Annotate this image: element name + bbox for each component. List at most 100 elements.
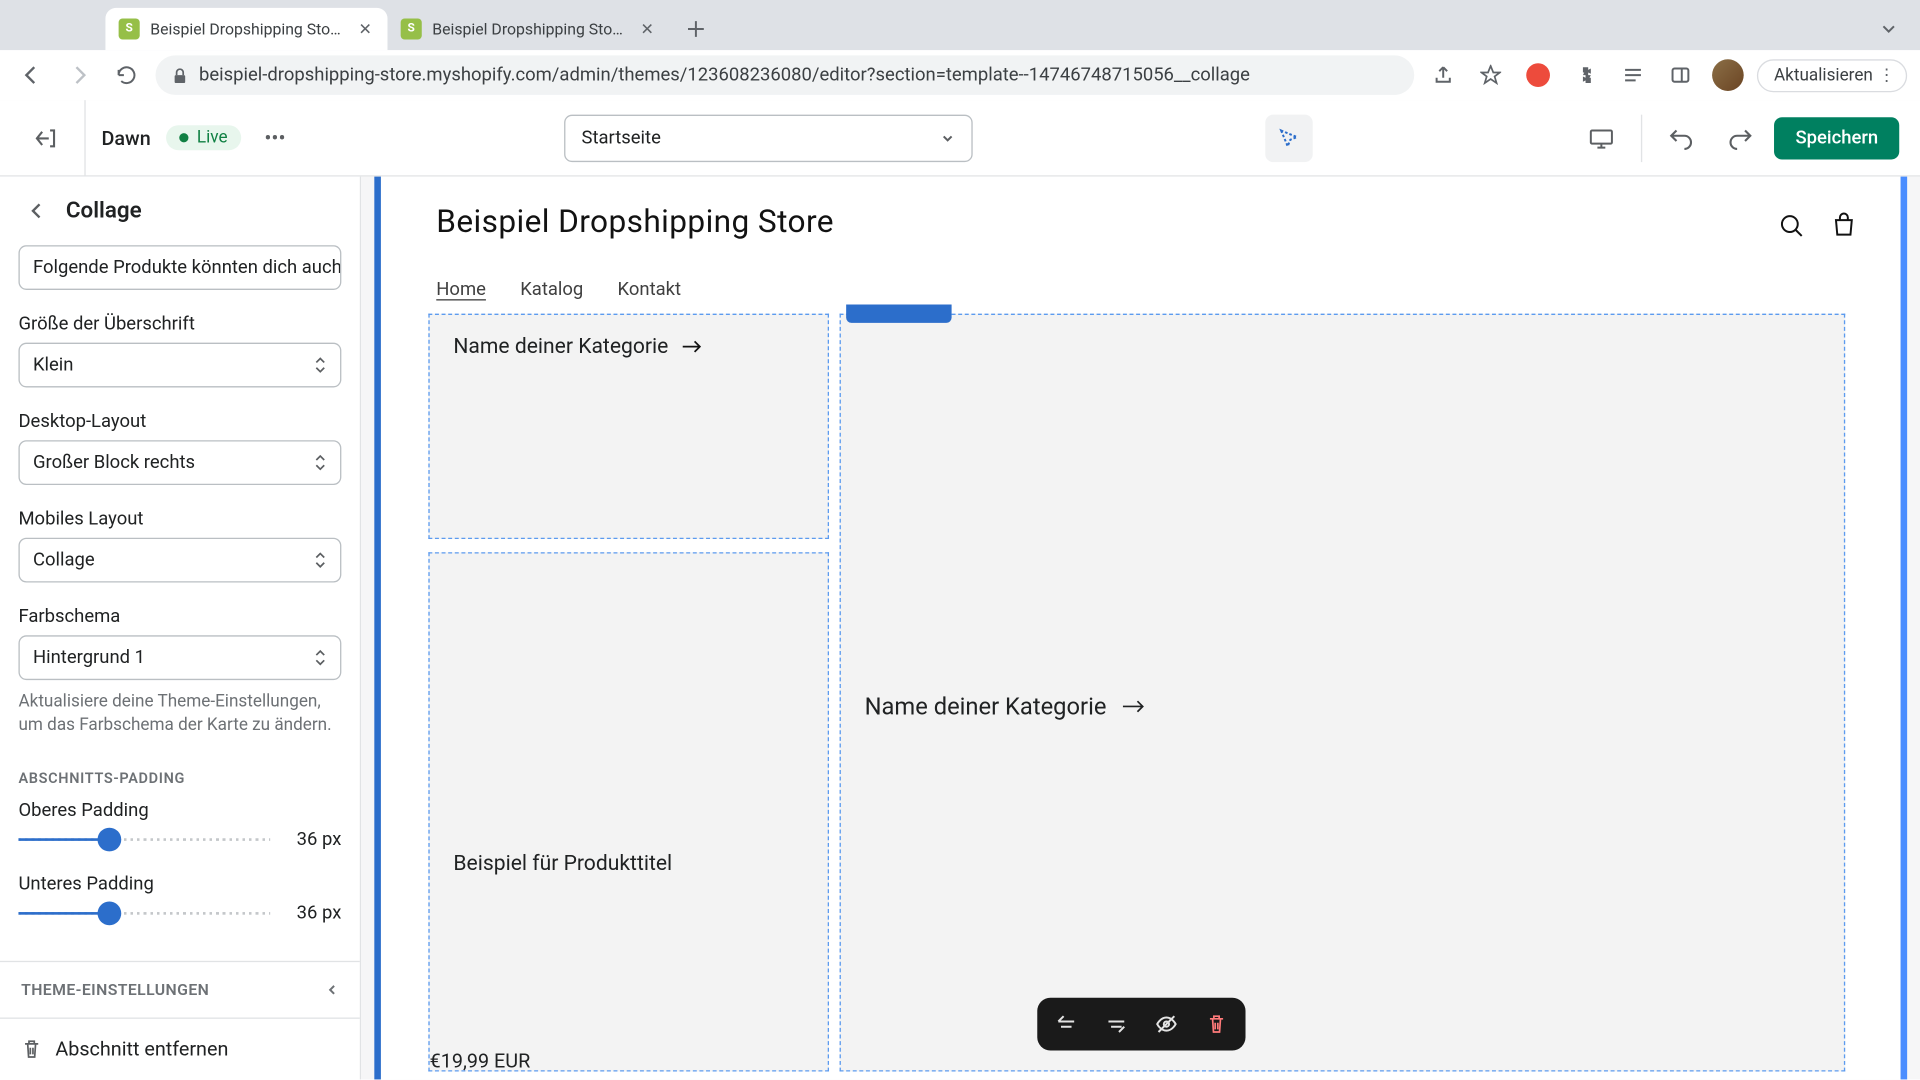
tabs-bar: S Beispiel Dropshipping Store · D ✕ S Be… <box>0 0 1920 50</box>
heading-size-select[interactable]: Klein <box>18 343 341 388</box>
sidepanel-button[interactable] <box>1662 57 1699 94</box>
theme-name: Dawn <box>101 126 150 150</box>
store-title[interactable]: Beispiel Dropshipping Store <box>436 203 1845 240</box>
theme-settings-toggle[interactable]: THEME-EINSTELLUNGEN <box>0 961 360 1019</box>
chevron-left-icon <box>326 983 339 996</box>
cart-icon[interactable] <box>1829 211 1858 240</box>
menu-icon: ⋮ <box>1878 65 1895 85</box>
url-input[interactable]: beispiel-dropshipping-store.myshopify.co… <box>156 55 1415 95</box>
nav-kontakt[interactable]: Kontakt <box>618 279 682 300</box>
shopify-favicon-icon: S <box>119 18 140 39</box>
settings-sidebar: Collage Folgende Produkte könnten dich a… <box>0 177 361 1080</box>
update-button[interactable]: Aktualisieren ⋮ <box>1757 59 1907 92</box>
field-label: Größe der Überschrift <box>18 314 341 335</box>
url-text: beispiel-dropshipping-store.myshopify.co… <box>199 65 1398 86</box>
theme-settings-label: THEME-EINSTELLUNGEN <box>21 981 209 999</box>
arrow-right-icon <box>682 338 703 354</box>
field-label: Mobiles Layout <box>18 509 341 530</box>
heading-text-input[interactable]: Folgende Produkte könnten dich auch <box>18 245 341 290</box>
preview-canvas: Beispiel Dropshipping Store Home Katalog… <box>361 177 1920 1080</box>
select-value: Klein <box>33 355 74 376</box>
back-button[interactable] <box>13 57 50 94</box>
more-actions-button[interactable]: ••• <box>251 114 298 161</box>
share-button[interactable] <box>1425 57 1462 94</box>
slider-thumb[interactable] <box>97 828 121 852</box>
collage-block-large[interactable]: Name deiner Kategorie <box>840 314 1846 1072</box>
close-icon[interactable]: ✕ <box>638 20 656 38</box>
browser-tab[interactable]: S Beispiel Dropshipping Store · D ✕ <box>105 8 387 50</box>
sort-icon <box>314 453 327 471</box>
shopify-favicon-icon: S <box>401 18 422 39</box>
tab-title: Beispiel Dropshipping Store · E <box>432 20 627 38</box>
padding-top-slider[interactable] <box>18 839 270 842</box>
color-scheme-select[interactable]: Hintergrund 1 <box>18 635 341 680</box>
forward-button[interactable] <box>61 57 98 94</box>
nav-katalog[interactable]: Katalog <box>520 279 583 300</box>
category-link-label: Name deiner Kategorie <box>453 333 668 358</box>
remove-section-label: Abschnitt entfernen <box>55 1037 228 1061</box>
undo-button[interactable] <box>1658 114 1705 161</box>
sidebar-title: Collage <box>66 198 142 224</box>
padding-bottom-slider[interactable] <box>18 913 270 916</box>
reload-button[interactable] <box>108 57 145 94</box>
category-link-label: Name deiner Kategorie <box>865 693 1107 721</box>
product-price: €19,99 EUR <box>430 1049 531 1073</box>
sort-icon <box>314 648 327 666</box>
desktop-view-button[interactable] <box>1578 114 1625 161</box>
search-icon[interactable] <box>1777 211 1806 240</box>
slider-thumb[interactable] <box>97 902 121 926</box>
product-title: Beispiel für Produkttitel <box>453 850 672 875</box>
editor-header: Dawn Live ••• Startseite Speichern <box>0 100 1920 176</box>
mobile-layout-select[interactable]: Collage <box>18 538 341 583</box>
tabs-dropdown-button[interactable] <box>1870 11 1907 48</box>
select-value: Hintergrund 1 <box>33 647 145 668</box>
live-badge: Live <box>167 125 241 150</box>
select-value: Collage <box>33 550 95 571</box>
move-up-button[interactable] <box>1050 1008 1082 1040</box>
lock-icon <box>171 67 188 84</box>
live-label: Live <box>197 128 228 148</box>
inspector-button[interactable] <box>1265 114 1312 161</box>
exit-editor-button[interactable] <box>21 114 68 161</box>
bookmark-button[interactable] <box>1472 57 1509 94</box>
section-header: ABSCHNITTS-PADDING <box>18 770 341 787</box>
sort-icon <box>314 551 327 569</box>
back-button[interactable] <box>21 195 53 227</box>
slider-value: 36 px <box>283 830 341 851</box>
extension-icon[interactable] <box>1520 57 1557 94</box>
section-toolbar <box>1037 998 1245 1051</box>
profile-avatar[interactable] <box>1709 57 1746 94</box>
browser-tab[interactable]: S Beispiel Dropshipping Store · E ✕ <box>387 8 669 50</box>
desktop-layout-select[interactable]: Großer Block rechts <box>18 440 341 485</box>
collage-block-product[interactable]: Beispiel für Produkttitel €19,99 EUR <box>428 552 829 1071</box>
live-dot-icon <box>180 133 189 142</box>
extensions-button[interactable] <box>1567 57 1604 94</box>
reading-list-button[interactable] <box>1615 57 1652 94</box>
sort-icon <box>314 356 327 374</box>
save-button[interactable]: Speichern <box>1774 117 1899 159</box>
field-label: Oberes Padding <box>18 801 341 822</box>
trash-icon <box>21 1039 42 1060</box>
field-hint: Aktualisiere deine Theme-Einstellungen, … <box>18 691 341 739</box>
delete-section-button[interactable] <box>1200 1008 1232 1040</box>
address-bar: beispiel-dropshipping-store.myshopify.co… <box>0 50 1920 100</box>
selection-chip <box>846 304 951 322</box>
hide-section-button[interactable] <box>1150 1008 1182 1040</box>
collage-block-category[interactable]: Name deiner Kategorie ➤ <box>428 314 829 539</box>
redo-button[interactable] <box>1716 114 1763 161</box>
move-down-button[interactable] <box>1100 1008 1132 1040</box>
page-selector-label: Startseite <box>581 127 660 148</box>
theme-preview[interactable]: Beispiel Dropshipping Store Home Katalog… <box>374 177 1907 1080</box>
new-tab-button[interactable] <box>677 11 714 48</box>
browser-chrome: S Beispiel Dropshipping Store · D ✕ S Be… <box>0 0 1920 100</box>
slider-value: 36 px <box>283 903 341 924</box>
field-label: Unteres Padding <box>18 874 341 895</box>
close-icon[interactable]: ✕ <box>356 20 374 38</box>
save-label: Speichern <box>1795 127 1878 148</box>
arrow-right-icon <box>1122 699 1146 715</box>
nav-home[interactable]: Home <box>436 279 486 300</box>
remove-section-button[interactable]: Abschnitt entfernen <box>0 1019 360 1080</box>
page-selector[interactable]: Startseite <box>564 114 973 161</box>
tab-title: Beispiel Dropshipping Store · D <box>150 20 345 38</box>
field-label: Farbschema <box>18 606 341 627</box>
